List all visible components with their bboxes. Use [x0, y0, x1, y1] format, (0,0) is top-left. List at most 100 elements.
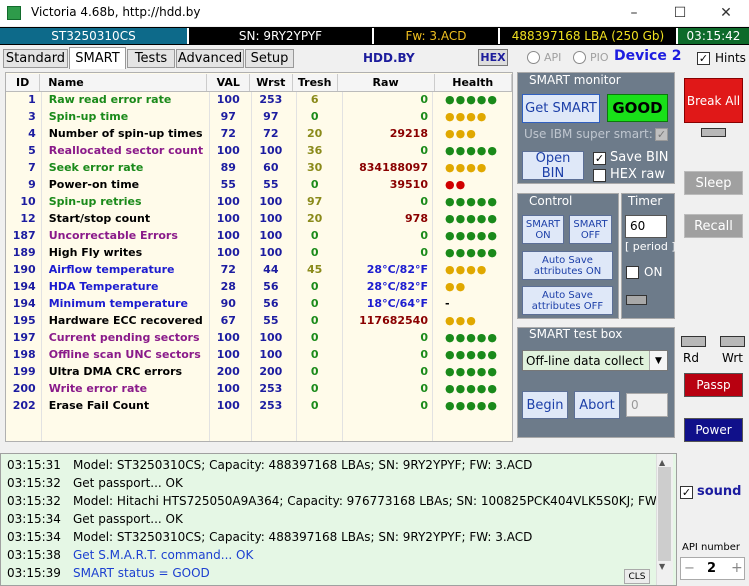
tab-tests[interactable]: Tests	[127, 49, 175, 68]
table-row[interactable]: 198 Offline scan UNC sectors 100 100 0 0 ●●●●●	[6, 346, 512, 363]
pio-radio[interactable]	[573, 51, 586, 64]
table-row[interactable]: 199 Ultra DMA CRC errors 200 200 0 0 ●●●●●	[6, 363, 512, 380]
scroll-up-icon[interactable]: ▲	[659, 458, 665, 467]
close-button[interactable]: ✕	[703, 0, 749, 26]
table-row[interactable]: 10 Spin-up retries 100 100 97 0 ●●●●●	[6, 193, 512, 210]
col-wrst[interactable]: Wrst	[249, 74, 293, 92]
table-row[interactable]: 194 Minimum temperature 90 56 0 18°C/64°F -	[6, 295, 512, 312]
row-tresh: 0	[310, 348, 319, 361]
row-tresh: 0	[310, 382, 319, 395]
hex-raw-checkbox[interactable]	[593, 169, 606, 182]
col-name[interactable]: Name	[39, 74, 208, 92]
log-time: 03:15:32	[7, 494, 61, 508]
row-wrst: 55	[263, 178, 279, 191]
col-tresh[interactable]: Tresh	[292, 74, 338, 92]
row-raw: 0	[420, 365, 428, 378]
tab-smart[interactable]: SMART	[69, 47, 126, 69]
save-bin-checkbox[interactable]: ✓	[593, 152, 606, 165]
autosave-off-button[interactable]: Auto Save attributes OFF	[522, 286, 613, 315]
table-row[interactable]: 202 Erase Fail Count 100 253 0 0 ●●●●●	[6, 397, 512, 414]
col-health[interactable]: Health	[434, 74, 512, 92]
smart-on-button[interactable]: SMART ON	[522, 215, 564, 244]
row-wrst: 253	[259, 399, 283, 412]
row-val: 100	[216, 399, 240, 412]
recall-button[interactable]: Recall	[684, 214, 743, 238]
row-name: HDA Temperature	[48, 280, 159, 293]
row-name: Minimum temperature	[48, 297, 188, 310]
hints-checkbox[interactable]: ✓	[697, 52, 710, 65]
row-id: 4	[28, 127, 36, 140]
clear-log-button[interactable]: CLS	[624, 569, 650, 584]
table-row[interactable]: 197 Current pending sectors 100 100 0 0 ●●●●●	[6, 329, 512, 346]
table-row[interactable]: 7 Seek error rate 89 60 30 834188097 ●●●●	[6, 159, 512, 176]
table-row[interactable]: 1 Raw read error rate 100 253 6 0 ●●●●●	[6, 91, 512, 108]
passp-button[interactable]: Passp	[684, 373, 743, 397]
tab-standard[interactable]: Standard	[3, 49, 68, 68]
table-row[interactable]: 195 Hardware ECC recovered 67 55 0 117682540 ●…	[6, 312, 512, 329]
row-id: 10	[20, 195, 36, 208]
tab-setup[interactable]: Setup	[245, 49, 294, 68]
hdd-by-link[interactable]: HDD.BY	[363, 51, 415, 65]
smart-off-button[interactable]: SMART OFF	[569, 215, 612, 244]
rd-label: Rd	[683, 351, 699, 365]
smart-monitor-title: SMART monitor	[529, 73, 621, 87]
serial-cell: SN: 9RY2YPYF	[189, 28, 374, 44]
row-wrst: 56	[263, 297, 279, 310]
api-number-value[interactable]: 2	[707, 561, 716, 576]
col-raw[interactable]: Raw	[337, 74, 435, 92]
chevron-down-icon[interactable]: ▼	[649, 351, 667, 370]
row-val: 100	[216, 195, 240, 208]
col-val[interactable]: VAL	[206, 74, 251, 92]
table-row[interactable]: 190 Airflow temperature 72 44 45 28°C/82°F ●●●…	[6, 261, 512, 278]
ibm-smart-checkbox[interactable]: ✓	[655, 128, 668, 141]
power-button[interactable]: Power	[684, 418, 743, 442]
table-row[interactable]: 4 Number of spin-up times 72 72 20 29218 ●●●	[6, 125, 512, 142]
test-type-select[interactable]: Off-line data collect	[522, 350, 668, 371]
sleep-button[interactable]: Sleep	[684, 171, 743, 195]
row-raw: 28°C/82°F	[366, 263, 428, 276]
get-smart-button[interactable]: Get SMART	[522, 94, 600, 123]
tab-advanced[interactable]: Advanced	[176, 49, 244, 68]
row-raw: 0	[420, 93, 428, 107]
row-val: 100	[216, 331, 240, 344]
scroll-thumb[interactable]	[658, 467, 671, 561]
row-id: 189	[12, 246, 36, 259]
col-id[interactable]: ID	[6, 74, 41, 92]
api-radio[interactable]	[527, 51, 540, 64]
smart-table: ID Name VAL Wrst Tresh Raw Health 1 Raw r…	[6, 74, 512, 414]
autosave-on-button[interactable]: Auto Save attributes ON	[522, 251, 613, 280]
increment-icon[interactable]: +	[731, 560, 743, 576]
timer-on-checkbox[interactable]	[626, 266, 639, 279]
minimize-button[interactable]: –	[611, 0, 657, 26]
timer-period-label: [ period ]	[625, 240, 676, 253]
clock-cell: 03:15:42	[678, 28, 749, 44]
scroll-down-icon[interactable]: ▼	[659, 562, 665, 571]
table-row[interactable]: 12 Start/stop count 100 100 20 978 ●●●●●	[6, 210, 512, 227]
hex-button[interactable]: HEX	[478, 49, 508, 66]
table-row[interactable]: 187 Uncorrectable Errors 100 100 0 0 ●●●●●	[6, 227, 512, 244]
open-bin-button[interactable]: Open BIN	[522, 151, 584, 181]
table-row[interactable]: 9 Power-on time 55 55 0 39510 ●●	[6, 176, 512, 193]
timer-input[interactable]: 60	[625, 215, 667, 238]
window-title: Victoria 4.68b, http://hdd.by	[31, 5, 201, 19]
begin-button[interactable]: Begin	[522, 391, 568, 419]
row-id: 7	[28, 161, 36, 174]
sound-checkbox[interactable]: ✓	[680, 486, 693, 499]
row-val: 100	[216, 229, 240, 242]
table-row[interactable]: 200 Write error rate 100 253 0 0 ●●●●●	[6, 380, 512, 397]
table-row[interactable]: 5 Reallocated sector count 100 100 36 0 ●●●●●	[6, 142, 512, 159]
maximize-button[interactable]: ☐	[657, 0, 703, 26]
api-number-label: API number	[682, 542, 741, 553]
decrement-icon[interactable]: −	[684, 561, 695, 576]
table-row[interactable]: 194 HDA Temperature 28 56 0 28°C/82°F ●●	[6, 278, 512, 295]
break-all-button[interactable]: Break All	[684, 78, 743, 123]
row-tresh: 6	[310, 93, 319, 107]
row-tresh: 0	[310, 178, 319, 191]
row-wrst: 253	[259, 93, 283, 107]
log-message: Model: ST3250310CS; Capacity: 488397168 …	[73, 458, 533, 472]
abort-button[interactable]: Abort	[574, 391, 620, 419]
table-row[interactable]: 189 High Fly writes 100 100 0 0 ●●●●●	[6, 244, 512, 261]
table-row[interactable]: 3 Spin-up time 97 97 0 0 ●●●●	[6, 108, 512, 125]
row-health: ●●	[445, 280, 467, 293]
row-name: Ultra DMA CRC errors	[48, 365, 183, 378]
